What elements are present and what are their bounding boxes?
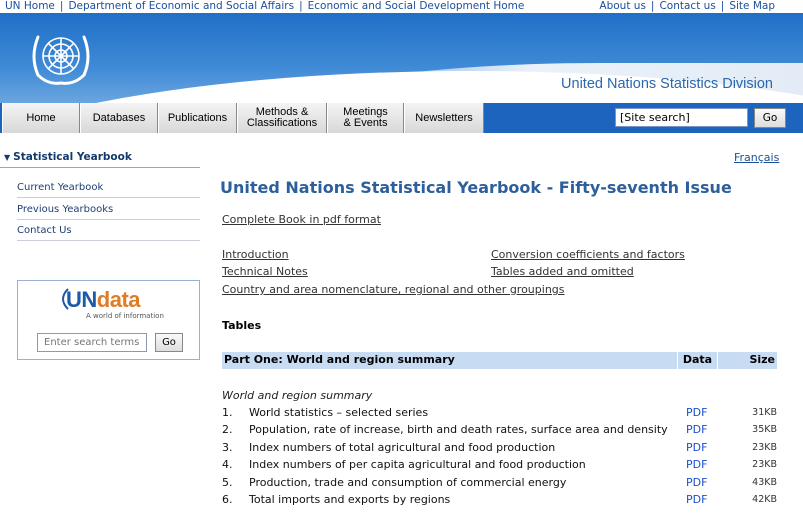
language-link-francais[interactable]: Français: [734, 151, 779, 164]
nav-methods-classifications[interactable]: Methods & Classifications: [237, 103, 327, 133]
separator: |: [59, 0, 64, 12]
sidebar-item-current-yearbook[interactable]: Current Yearbook: [17, 182, 200, 198]
table-header-part: Part One: World and region summary: [222, 352, 677, 369]
technical-notes-link[interactable]: Technical Notes: [222, 265, 308, 278]
section-label: World and region summary: [222, 389, 373, 402]
file-size: 42KB: [752, 494, 777, 505]
row-title: Total imports and exports by regions: [249, 493, 451, 506]
pdf-link[interactable]: PDF: [686, 458, 707, 471]
undata-search-input[interactable]: [37, 333, 147, 352]
introduction-link[interactable]: Introduction: [222, 248, 289, 261]
row-number: 1.: [222, 406, 233, 419]
site-search-go-button[interactable]: Go: [754, 108, 786, 128]
top-link-bar: UN Home | Department of Economic and Socia…: [0, 0, 803, 13]
tables-added-omitted-link[interactable]: Tables added and omitted: [491, 265, 634, 278]
triangle-down-icon: ▼: [4, 153, 11, 162]
sidebar-item-contact-us[interactable]: Contact Us: [17, 225, 200, 241]
row-title: World statistics – selected series: [249, 406, 429, 419]
top-links-right: About us | Contact us | Site Map: [599, 0, 775, 12]
undata-logo[interactable]: UNdata: [66, 287, 141, 313]
row-title: Index numbers of total agricultural and …: [249, 441, 556, 454]
table-header-data: Data: [678, 352, 717, 369]
row-number: 6.: [222, 493, 233, 506]
file-size: 23KB: [752, 459, 777, 470]
division-title: United Nations Statistics Division: [561, 76, 773, 92]
desa-link[interactable]: Department of Economic and Social Affair…: [68, 0, 294, 12]
un-emblem-icon[interactable]: [22, 23, 100, 93]
page-title: United Nations Statistical Yearbook - Fi…: [220, 178, 732, 197]
row-number: 5.: [222, 476, 233, 489]
undata-logo-data: data: [96, 287, 141, 312]
separator: |: [720, 0, 725, 12]
table-row: 5. Production, trade and consumption of …: [222, 476, 777, 493]
nav-newsletters[interactable]: Newsletters: [404, 103, 484, 133]
pdf-link[interactable]: PDF: [686, 476, 707, 489]
row-title: Production, trade and consumption of com…: [249, 476, 567, 489]
table-row: 1. World statistics – selected series PD…: [222, 406, 777, 423]
table-row: 6. Total imports and exports by regions …: [222, 493, 777, 510]
nomenclature-link[interactable]: Country and area nomenclature, regional …: [222, 283, 565, 296]
un-home-link[interactable]: UN Home: [5, 0, 55, 12]
conversion-coefficients-link[interactable]: Conversion coefficients and factors: [491, 248, 685, 261]
separator: |: [299, 0, 303, 12]
row-number: 3.: [222, 441, 233, 454]
nav-publications[interactable]: Publications: [158, 103, 237, 133]
pdf-link[interactable]: PDF: [686, 423, 707, 436]
pdf-link[interactable]: PDF: [686, 493, 707, 506]
file-size: 35KB: [752, 424, 777, 435]
undata-logo-un: UN: [66, 287, 97, 312]
undata-tagline: A world of information: [86, 312, 164, 320]
about-us-link[interactable]: About us: [599, 0, 646, 12]
file-size: 23KB: [752, 442, 777, 453]
sidebar-title-label: Statistical Yearbook: [13, 151, 132, 163]
sidebar-title[interactable]: ▼ Statistical Yearbook: [4, 151, 132, 163]
complete-book-link[interactable]: Complete Book in pdf format: [222, 213, 381, 226]
tables-heading: Tables: [222, 319, 262, 332]
nav-meetings-events[interactable]: Meetings & Events: [327, 103, 404, 133]
site-search-input[interactable]: [615, 108, 748, 127]
row-title: Index numbers of per capita agricultural…: [249, 458, 586, 471]
pdf-link[interactable]: PDF: [686, 406, 707, 419]
undata-search-box: UNdata A world of information Go: [17, 280, 200, 360]
esd-home-link[interactable]: Economic and Social Development Home: [308, 0, 525, 12]
table-header-size: Size: [718, 352, 777, 369]
file-size: 31KB: [752, 407, 777, 418]
sidebar-item-previous-yearbooks[interactable]: Previous Yearbooks: [17, 204, 200, 220]
sidebar-divider: [0, 167, 200, 168]
header-banner: United Nations Statistics Division: [0, 13, 803, 103]
undata-go-button[interactable]: Go: [155, 333, 183, 352]
top-links-left: UN Home | Department of Economic and Socia…: [5, 0, 524, 12]
row-number: 4.: [222, 458, 233, 471]
separator: |: [650, 0, 655, 12]
row-number: 2.: [222, 423, 233, 436]
pdf-link[interactable]: PDF: [686, 441, 707, 454]
table-row: 2. Population, rate of increase, birth a…: [222, 423, 777, 440]
table-row: 4. Index numbers of per capita agricultu…: [222, 458, 777, 475]
table-header: Part One: World and region summary Data …: [222, 352, 777, 369]
nav-databases[interactable]: Databases: [80, 103, 158, 133]
file-size: 43KB: [752, 477, 777, 488]
contact-us-link[interactable]: Contact us: [659, 0, 715, 12]
site-map-link[interactable]: Site Map: [729, 0, 775, 12]
nav-home[interactable]: Home: [2, 103, 80, 133]
table-row: 3. Index numbers of total agricultural a…: [222, 441, 777, 458]
row-title: Population, rate of increase, birth and …: [249, 423, 668, 436]
